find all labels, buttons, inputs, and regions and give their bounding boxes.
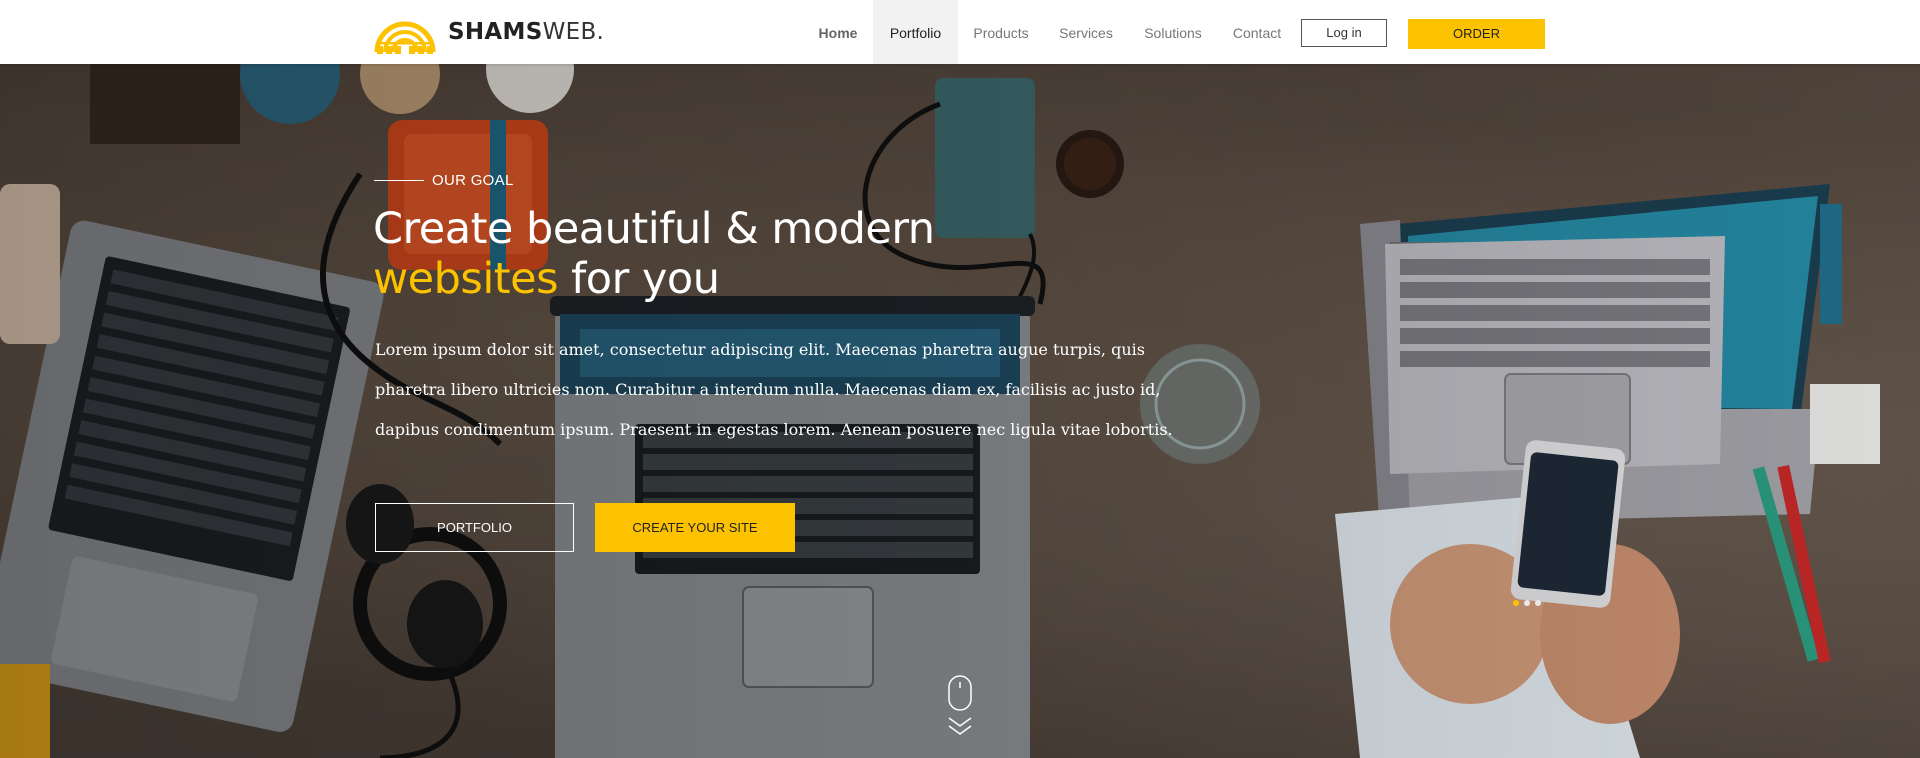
site-header: SHAMSWEB. Home Portfolio Products Servic… (0, 0, 1920, 64)
brand-logo[interactable]: SHAMSWEB. (374, 10, 604, 54)
eyebrow-text: OUR GOAL (432, 172, 514, 189)
hero-description: Lorem ipsum dolor sit amet, consectetur … (375, 340, 1173, 439)
slider-dot-3[interactable] (1535, 600, 1541, 606)
hero-headline: Create beautiful & modern websites for y… (373, 204, 1073, 304)
nav-item-services[interactable]: Services (1052, 0, 1120, 64)
nav-item-contact[interactable]: Contact (1227, 0, 1287, 64)
hero-eyebrow: OUR GOAL (374, 172, 514, 189)
create-site-button[interactable]: CREATE YOUR SITE (595, 503, 795, 552)
headline-accent: websites (373, 254, 559, 304)
order-button[interactable]: ORDER (1408, 19, 1545, 49)
slider-dot-1[interactable] (1513, 600, 1519, 606)
brand-name-bold: SHAMS (448, 19, 543, 45)
eyebrow-line (374, 180, 424, 181)
nav-item-home[interactable]: Home (808, 0, 868, 64)
slider-dots (1513, 600, 1541, 606)
headline-rest: for you (558, 254, 720, 304)
brand-name: SHAMSWEB. (448, 19, 604, 45)
brand-name-light: WEB. (542, 19, 605, 45)
nav-item-products[interactable]: Products (966, 0, 1036, 64)
hero-section: OUR GOAL Create beautiful & modern websi… (0, 64, 1920, 758)
slider-dot-2[interactable] (1524, 600, 1530, 606)
portfolio-button[interactable]: PORTFOLIO (375, 503, 574, 552)
mouse-scroll-icon[interactable] (948, 674, 972, 758)
sun-arch-logo-icon (374, 21, 436, 54)
nav-item-solutions[interactable]: Solutions (1137, 0, 1209, 64)
headline-line1: Create beautiful & modern (373, 204, 935, 254)
nav-item-portfolio[interactable]: Portfolio (873, 0, 958, 64)
login-button[interactable]: Log in (1301, 19, 1387, 47)
